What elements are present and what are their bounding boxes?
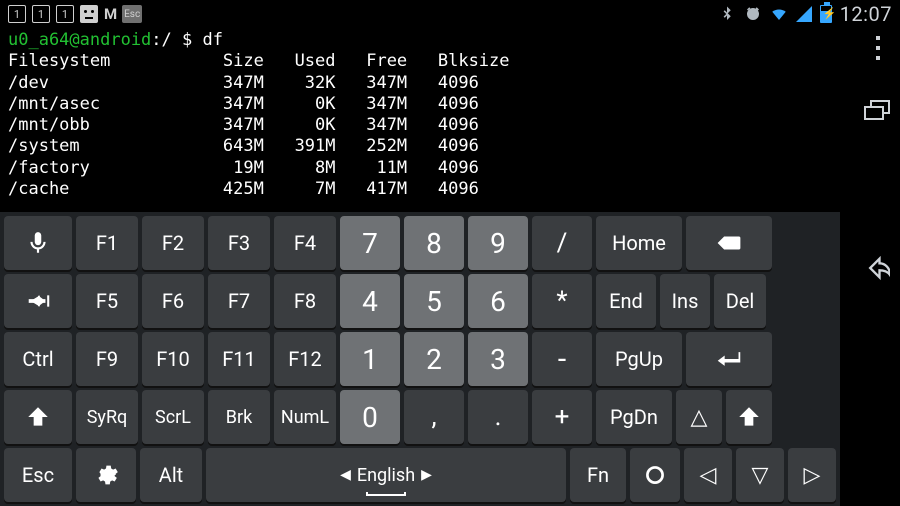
terminal-output[interactable]: u0_a64@android:/ $ df Filesystem Size Us… bbox=[0, 28, 900, 202]
key-f8[interactable]: F8 bbox=[274, 274, 336, 328]
key-scrl[interactable]: ScrL bbox=[142, 390, 204, 444]
key-f11[interactable]: F11 bbox=[208, 332, 270, 386]
key-f4[interactable]: F4 bbox=[274, 216, 336, 270]
prompt-path: :/ $ bbox=[151, 30, 202, 50]
key-settings[interactable] bbox=[76, 448, 136, 502]
df-row: /mnt/obb 347M 0K 347M 4096 bbox=[8, 115, 479, 135]
clock: 12:07 bbox=[840, 2, 892, 26]
key-esc[interactable]: Esc bbox=[4, 448, 72, 502]
key-home[interactable]: Home bbox=[596, 216, 682, 270]
lang-next-icon: ▶ bbox=[421, 467, 432, 483]
notif-gmail-icon: M bbox=[104, 5, 116, 23]
notif-face-icon bbox=[80, 5, 98, 23]
key-f10[interactable]: F10 bbox=[142, 332, 204, 386]
key-f3[interactable]: F3 bbox=[208, 216, 270, 270]
tab-icon bbox=[25, 288, 51, 314]
circle-icon bbox=[642, 462, 668, 488]
key-shift-left[interactable] bbox=[4, 390, 72, 444]
keyboard: F1 F2 F3 F4 7 8 9 / Home F5 F6 F7 F8 4 5… bbox=[0, 212, 840, 506]
key-f6[interactable]: F6 bbox=[142, 274, 204, 328]
key-enter[interactable] bbox=[686, 332, 772, 386]
backspace-icon bbox=[716, 230, 742, 256]
key-space[interactable]: ◀ English ▶ bbox=[206, 448, 566, 502]
mic-icon bbox=[25, 230, 51, 256]
status-bar: 1 1 1 M Esc ⚡ 12:07 bbox=[0, 0, 900, 28]
key-arrow-up[interactable]: △ bbox=[676, 390, 722, 444]
key-asterisk[interactable]: * bbox=[532, 274, 592, 328]
key-f7[interactable]: F7 bbox=[208, 274, 270, 328]
signal-icon bbox=[796, 6, 812, 22]
key-f2[interactable]: F2 bbox=[142, 216, 204, 270]
key-comma[interactable]: , bbox=[404, 390, 464, 444]
wifi-icon bbox=[770, 5, 788, 23]
key-6[interactable]: 6 bbox=[468, 274, 528, 328]
df-row: /mnt/asec 347M 0K 347M 4096 bbox=[8, 94, 479, 114]
key-2[interactable]: 2 bbox=[404, 332, 464, 386]
overflow-button[interactable] bbox=[868, 36, 888, 60]
key-5[interactable]: 5 bbox=[404, 274, 464, 328]
prompt-user: u0_a64@android bbox=[8, 30, 151, 50]
key-ctrl[interactable]: Ctrl bbox=[4, 332, 72, 386]
df-row: /factory 19M 8M 11M 4096 bbox=[8, 158, 479, 178]
key-circle[interactable] bbox=[630, 448, 680, 502]
key-pgup[interactable]: PgUp bbox=[596, 332, 682, 386]
enter-icon bbox=[716, 346, 742, 372]
key-pgdn[interactable]: PgDn bbox=[596, 390, 672, 444]
recent-apps-button[interactable] bbox=[864, 100, 892, 124]
gear-icon bbox=[93, 462, 119, 488]
key-arrow-left[interactable]: ◁ bbox=[684, 448, 732, 502]
df-header: Filesystem Size Used Free Blksize bbox=[8, 51, 510, 71]
shift-icon bbox=[25, 404, 51, 430]
notif-ime-icon: Esc bbox=[122, 5, 142, 23]
key-8[interactable]: 8 bbox=[404, 216, 464, 270]
terminal-command: df bbox=[202, 30, 222, 50]
bluetooth-icon bbox=[718, 5, 736, 23]
key-alt[interactable]: Alt bbox=[140, 448, 202, 502]
key-3[interactable]: 3 bbox=[468, 332, 528, 386]
key-tab[interactable] bbox=[4, 274, 72, 328]
key-shift-right[interactable] bbox=[726, 390, 772, 444]
key-backspace[interactable] bbox=[686, 216, 772, 270]
key-del[interactable]: Del bbox=[714, 274, 766, 328]
key-numl[interactable]: NumL bbox=[274, 390, 336, 444]
notif-term-icon-1: 1 bbox=[8, 5, 26, 23]
key-arrow-down[interactable]: ▽ bbox=[736, 448, 784, 502]
notif-term-icon-3: 1 bbox=[56, 5, 74, 23]
shift-icon bbox=[736, 404, 762, 430]
space-language-label: English bbox=[357, 465, 415, 486]
key-fn[interactable]: Fn bbox=[570, 448, 626, 502]
key-0[interactable]: 0 bbox=[340, 390, 400, 444]
key-f5[interactable]: F5 bbox=[76, 274, 138, 328]
key-minus[interactable]: - bbox=[532, 332, 592, 386]
alarm-icon bbox=[744, 5, 762, 23]
status-left: 1 1 1 M Esc bbox=[8, 5, 142, 23]
key-end[interactable]: End bbox=[596, 274, 656, 328]
key-1[interactable]: 1 bbox=[340, 332, 400, 386]
lang-prev-icon: ◀ bbox=[340, 467, 351, 483]
key-period[interactable]: . bbox=[468, 390, 528, 444]
key-slash[interactable]: / bbox=[532, 216, 592, 270]
key-f12[interactable]: F12 bbox=[274, 332, 336, 386]
key-arrow-right[interactable]: ▷ bbox=[788, 448, 836, 502]
df-row: /cache 425M 7M 417M 4096 bbox=[8, 179, 479, 199]
key-9[interactable]: 9 bbox=[468, 216, 528, 270]
nav-back-button[interactable] bbox=[862, 254, 890, 286]
df-row: /system 643M 391M 252M 4096 bbox=[8, 136, 479, 156]
key-7[interactable]: 7 bbox=[340, 216, 400, 270]
notif-term-icon-2: 1 bbox=[32, 5, 50, 23]
key-sysrq[interactable]: SyRq bbox=[76, 390, 138, 444]
key-f9[interactable]: F9 bbox=[76, 332, 138, 386]
key-plus[interactable]: + bbox=[532, 390, 592, 444]
key-ins[interactable]: Ins bbox=[660, 274, 710, 328]
status-right: ⚡ 12:07 bbox=[718, 2, 892, 26]
battery-icon: ⚡ bbox=[820, 5, 832, 23]
df-row: /dev 347M 32K 347M 4096 bbox=[8, 73, 479, 93]
key-f1[interactable]: F1 bbox=[76, 216, 138, 270]
key-mic[interactable] bbox=[4, 216, 72, 270]
key-4[interactable]: 4 bbox=[340, 274, 400, 328]
key-brk[interactable]: Brk bbox=[208, 390, 270, 444]
